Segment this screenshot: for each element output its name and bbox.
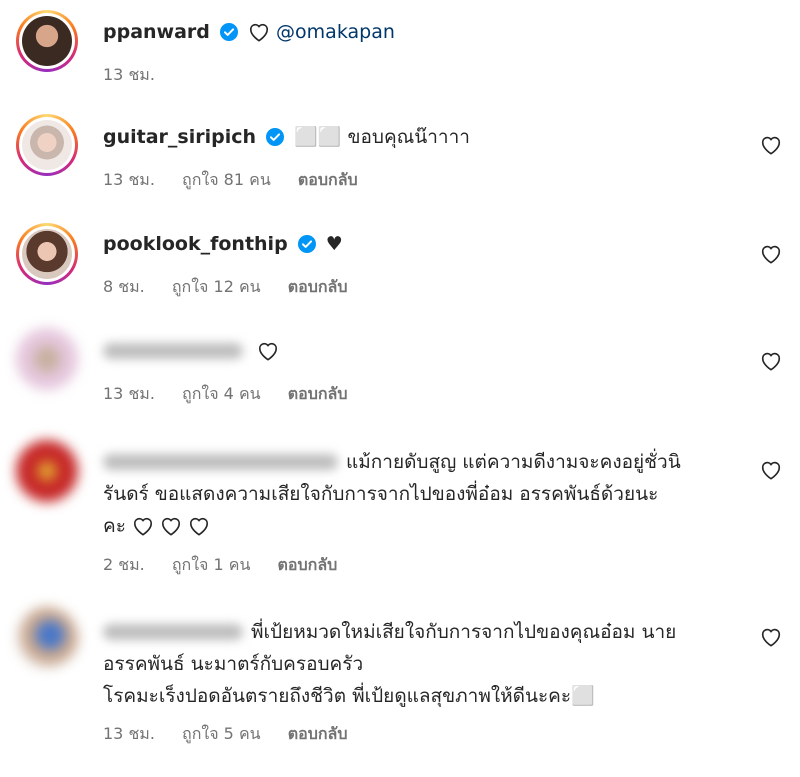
comment-time: 13 ชม. <box>103 170 155 189</box>
avatar[interactable] <box>16 440 78 502</box>
verified-badge-icon <box>297 235 316 253</box>
heart-outline-icon <box>259 342 278 361</box>
like-heart-icon[interactable] <box>760 134 782 156</box>
like-heart-icon[interactable] <box>760 626 782 648</box>
reply-button[interactable]: ตอบกลับ <box>278 555 338 574</box>
comment-likes[interactable]: ถูกใจ 12 คน <box>172 277 261 296</box>
comment-likes[interactable]: ถูกใจ 5 คน <box>182 724 261 743</box>
comment-time: 8 ชม. <box>103 277 145 296</box>
comment-likes[interactable]: ถูกใจ 1 คน <box>172 555 251 574</box>
comment-username[interactable]: pooklook_fonthip <box>103 233 288 255</box>
comment-likes[interactable]: ถูกใจ 81 คน <box>182 170 271 189</box>
blurred-username <box>103 343 243 359</box>
heart-outline-icon <box>162 517 181 536</box>
comment-time: 13 ชม. <box>103 724 155 743</box>
comment-likes[interactable]: ถูกใจ 4 คน <box>182 384 261 403</box>
reply-button[interactable]: ตอบกลับ <box>288 384 348 403</box>
comment-text-line: อรรคพันธ์ นะมาตร์กับครอบครัว <box>103 653 364 675</box>
comment-text-line: โรคมะเร็งปอดอันตรายถึงชีวิต พี่เป้ยดูแลส… <box>103 685 595 707</box>
comment-text: ⬜⬜ ขอบคุณน๊าาาา <box>294 126 470 148</box>
reply-button[interactable]: ตอบกลับ <box>288 724 348 743</box>
blurred-username <box>103 624 243 640</box>
comment-time: 13 ชม. <box>103 384 155 403</box>
reply-button[interactable]: ตอบกลับ <box>288 277 348 296</box>
reply-button[interactable]: ตอบกลับ <box>298 170 358 189</box>
comment-text-line: แม้กายดับสูญ แต่ความดีงามจะคงอยู่ชั่วนิ <box>346 451 681 473</box>
comment-time: 2 ชม. <box>103 555 145 574</box>
comment-text-line: พี่เป้ยหมวดใหม่เสียใจกับการจากไปของคุณอ๋… <box>251 621 677 643</box>
heart-outline-icon <box>133 517 152 536</box>
avatar[interactable] <box>16 10 78 72</box>
like-heart-icon[interactable] <box>760 350 782 372</box>
mention-link[interactable]: @omakapan <box>276 21 395 43</box>
avatar[interactable] <box>16 328 78 390</box>
heart-outline-icon <box>250 23 268 42</box>
verified-badge-icon <box>219 23 238 41</box>
like-heart-icon[interactable] <box>760 243 782 265</box>
comment-username[interactable]: ppanward <box>103 21 210 43</box>
comment-text-line: คะ <box>103 515 126 537</box>
verified-badge-icon <box>266 128 285 146</box>
comment-time: 13 ชม. <box>103 65 155 84</box>
avatar[interactable] <box>16 223 78 285</box>
heart-outline-icon <box>190 517 209 536</box>
like-heart-icon[interactable] <box>760 459 782 481</box>
comment-username[interactable]: guitar_siripich <box>103 126 256 148</box>
comment-text: ♥ <box>325 233 343 255</box>
comment-text-line: รันดร์ ขอแสดงความเสียใจกับการจากไปของพี่… <box>103 483 659 505</box>
avatar[interactable] <box>16 114 78 176</box>
avatar[interactable] <box>16 607 78 669</box>
blurred-username <box>103 454 338 470</box>
